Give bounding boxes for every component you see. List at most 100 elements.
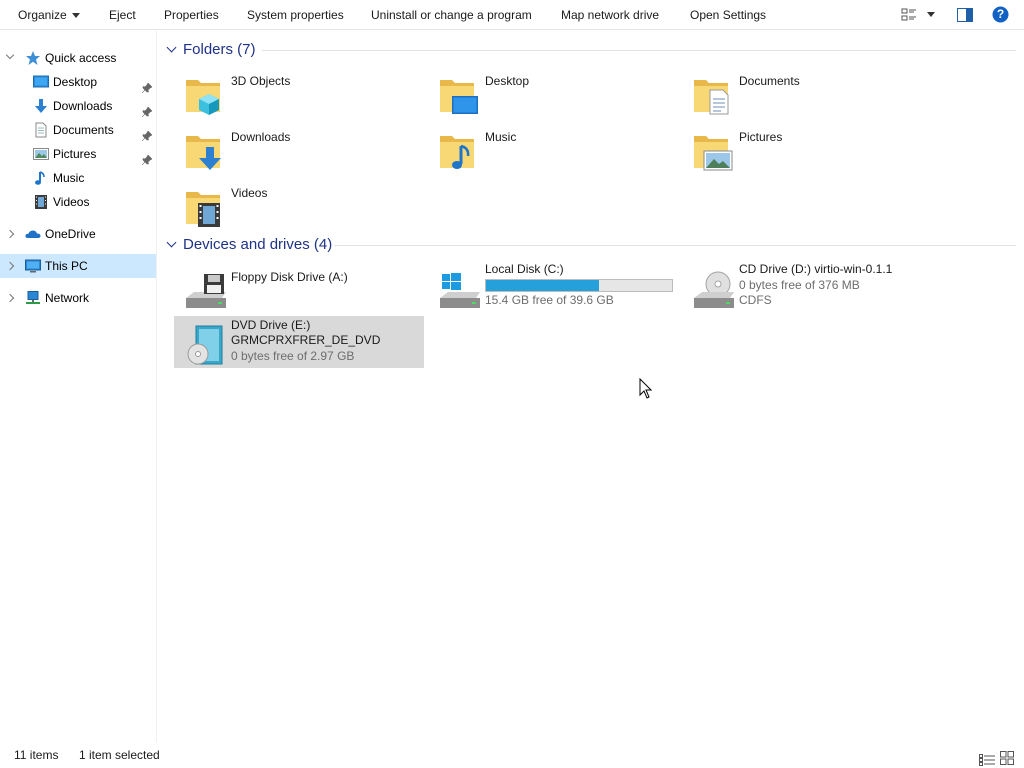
collapse-chevron-icon[interactable] [166,237,177,248]
large-icons-view-icon[interactable] [1000,748,1014,768]
expand-chevron-icon[interactable] [5,46,17,70]
nav-item-desktop[interactable]: Desktop [0,70,156,94]
view-options-caret-icon[interactable] [927,12,935,17]
folder-downloads-icon [182,128,226,172]
nav-network[interactable]: Network [0,286,156,310]
group-divider [334,245,1016,246]
properties-button[interactable]: Properties [164,0,219,30]
folder-documents-icon [690,72,734,116]
drive-free-space: 15.4 GB free of 39.6 GB [485,293,614,307]
folder-name: Desktop [485,74,530,88]
organize-caret-icon [71,13,80,18]
drive-tile-local-disk[interactable]: Local Disk (C:) 15.4 GB free of 39.6 GB [428,262,678,314]
group-divider [262,50,1016,51]
help-icon[interactable]: ? [992,6,1009,26]
drive-name: Local Disk (C:) [485,262,564,276]
nav-quick-access-label: Quick access [45,51,117,65]
devices-group-header[interactable]: Devices and drives (4) [165,235,332,255]
expand-chevron-icon[interactable] [5,286,17,310]
selection-count: 1 item selected [79,748,160,762]
drive-name: DVD Drive (E:) [231,318,311,332]
drive-tile-dvd[interactable]: DVD Drive (E:) GRMCPRXFRER_DE_DVD 0 byte… [174,316,424,368]
nav-item-label: Documents [53,123,114,137]
system-properties-button[interactable]: System properties [247,0,344,30]
folder-pictures-icon [690,128,734,172]
eject-button[interactable]: Eject [109,0,136,30]
folder-music-icon [436,128,480,172]
preview-pane-icon[interactable] [957,7,973,26]
folder-name: Pictures [739,130,783,144]
floppy-drive-icon [182,268,226,312]
drive-name: Floppy Disk Drive (A:) [231,270,348,284]
folder-desktop-icon [436,72,480,116]
drive-tile-floppy[interactable]: Floppy Disk Drive (A:) [174,262,424,314]
nav-this-pc[interactable]: This PC [0,254,156,278]
folder-tile[interactable]: Videos [174,178,424,230]
nav-quick-access[interactable]: Quick access [0,46,156,70]
drive-tile-cd[interactable]: CD Drive (D:) virtio-win-0.1.1 0 bytes f… [682,262,932,314]
uninstall-program-button[interactable]: Uninstall or change a program [371,0,532,30]
nav-onedrive-label: OneDrive [45,227,96,241]
windows-drive-icon [436,268,480,312]
expand-chevron-icon[interactable] [5,222,17,246]
nav-item-label: Music [53,171,85,185]
folder-tile[interactable]: Music [428,122,678,174]
cd-drive-icon [690,268,734,312]
mouse-cursor-icon [639,377,653,402]
pin-icon[interactable] [141,125,153,142]
nav-item-downloads[interactable]: Downloads [0,94,156,118]
nav-item-label: Desktop [53,75,98,89]
nav-item-documents[interactable]: Documents [0,118,156,142]
nav-item-pictures[interactable]: Pictures [0,142,156,166]
star-icon [25,50,41,66]
desktop-icon [33,74,49,90]
film-icon [33,194,49,210]
folder-name: Music [485,130,517,144]
navigation-pane: Quick access Desktop Downloads Documents… [0,30,157,742]
change-view-icon[interactable] [901,7,917,26]
collapse-chevron-icon[interactable] [166,42,177,53]
pin-icon[interactable] [141,77,153,94]
expand-chevron-icon[interactable] [5,254,17,278]
pin-icon[interactable] [141,101,153,118]
folders-group-title: Folders (7) [183,41,256,58]
folder-tile[interactable]: Desktop [428,66,678,118]
folder-name: 3D Objects [231,74,291,88]
open-settings-button[interactable]: Open Settings [690,0,766,30]
download-arrow-icon [33,98,49,114]
drive-filesystem: CDFS [739,293,772,307]
details-view-icon[interactable] [979,749,995,768]
map-network-drive-button[interactable]: Map network drive [561,0,659,30]
folder-tile[interactable]: 3D Objects [174,66,424,118]
command-bar: Organize Eject Properties System propert… [0,0,1024,30]
document-icon [33,122,49,138]
nav-item-label: Videos [53,195,90,209]
folder-tile[interactable]: Documents [682,66,932,118]
nav-item-music[interactable]: Music [0,166,156,190]
pin-icon[interactable] [141,149,153,166]
folder-name: Documents [739,74,800,88]
folder-tile[interactable]: Pictures [682,122,932,174]
folder-videos-icon [182,184,226,228]
computer-icon [25,258,41,274]
organize-label: Organize [18,8,67,22]
drive-name: CD Drive (D:) virtio-win-0.1.1 [739,262,893,276]
disk-usage-fill [486,280,600,291]
nav-onedrive[interactable]: OneDrive [0,222,156,246]
pictures-icon [33,146,49,162]
music-note-icon [33,170,49,186]
disk-usage-bar [485,279,673,292]
organize-button[interactable]: Organize [18,0,80,30]
dvd-drive-icon [182,322,226,366]
folder-name: Downloads [231,130,291,144]
drive-volume-label: GRMCPRXFRER_DE_DVD [231,333,381,347]
nav-item-label: Downloads [53,99,113,113]
folder-tile[interactable]: Downloads [174,122,424,174]
nav-this-pc-label: This PC [45,259,88,273]
folders-group-header[interactable]: Folders (7) [165,40,256,60]
nav-item-videos[interactable]: Videos [0,190,156,214]
item-count: 11 items [14,748,59,762]
drive-free-space: 0 bytes free of 376 MB [739,278,860,292]
network-icon [25,290,41,306]
folder-3d-objects-icon [182,72,226,116]
